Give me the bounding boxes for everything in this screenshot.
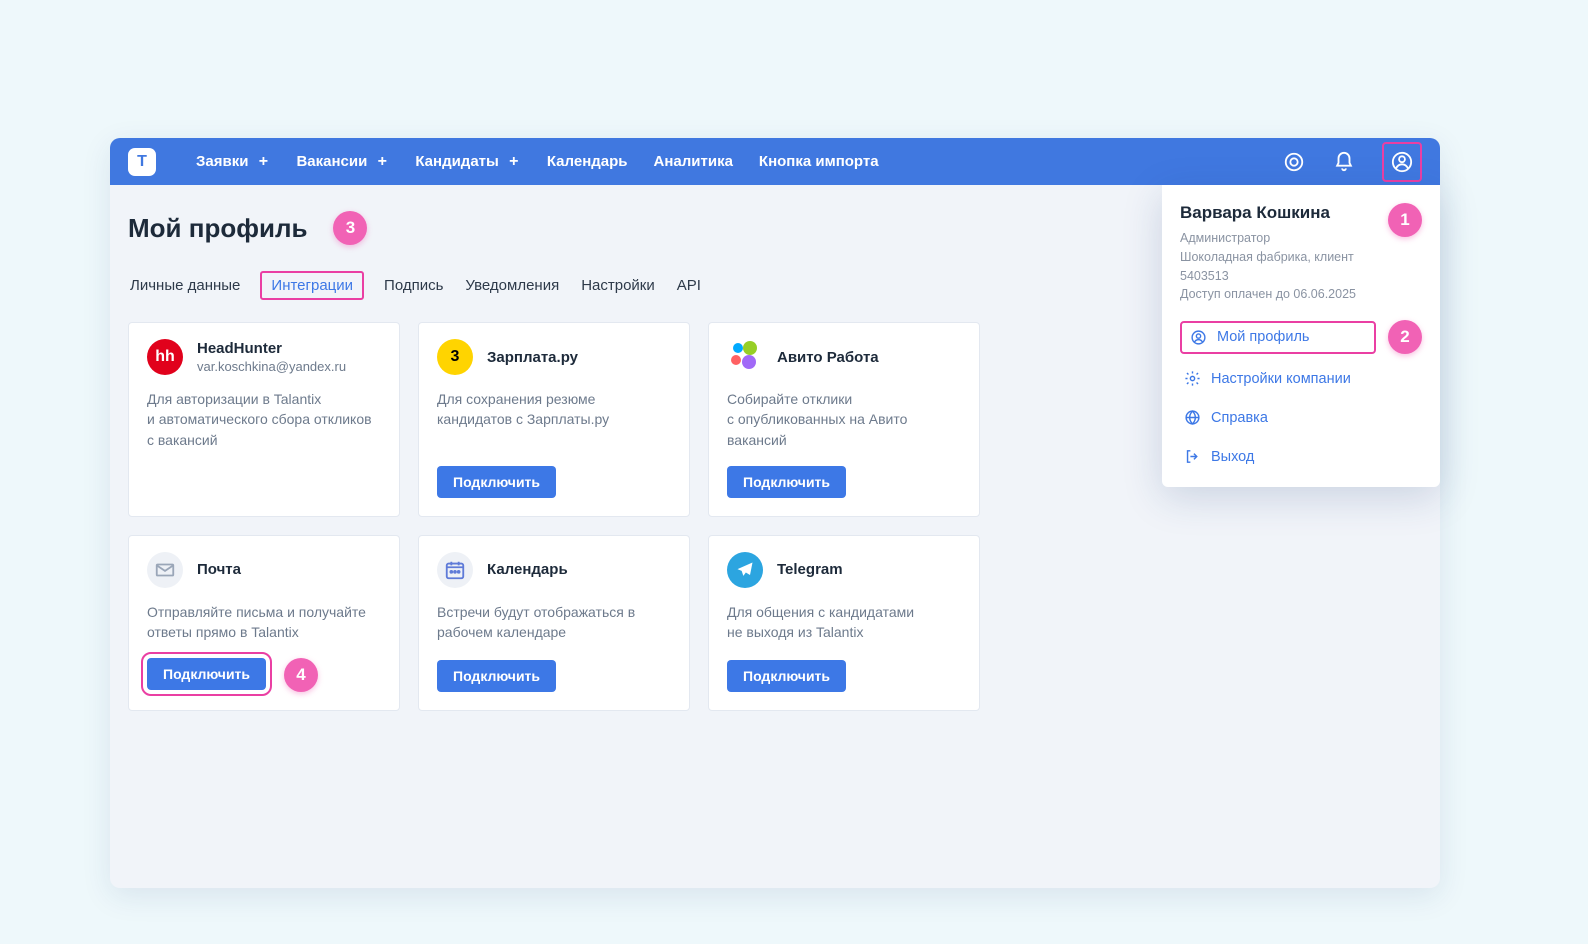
popover-links: Мой профиль 2 Настройки компании Справка… [1180, 320, 1422, 471]
integration-card-mail: Почта Отправляйте письма и получайте отв… [128, 535, 400, 712]
card-description: Для сохранения резюме кандидатов с Зарпл… [437, 389, 671, 450]
nav-label: Кнопка импорта [759, 153, 879, 170]
annotation-badge-1: 1 [1388, 203, 1422, 237]
mail-icon [147, 552, 183, 588]
card-description: Для общения с кандидатами не выходя из T… [727, 602, 961, 645]
tab-signature[interactable]: Подпись [382, 271, 445, 300]
annotation-badge-4: 4 [284, 658, 318, 692]
integration-card-headhunter: hh HeadHunter var.koschkina@yandex.ru Дл… [128, 322, 400, 517]
nav-item-analytics[interactable]: Аналитика [654, 153, 733, 170]
gear-icon [1184, 370, 1201, 387]
annotation-badge-3: 3 [333, 211, 367, 245]
popover-link-logout[interactable]: Выход [1180, 442, 1422, 471]
plus-icon[interactable]: + [256, 155, 270, 169]
tab-api[interactable]: API [675, 271, 703, 300]
help-circle-icon[interactable] [1282, 150, 1306, 174]
plus-icon[interactable]: + [375, 155, 389, 169]
integration-card-zarplata: 3 Зарплата.ру Для сохранения резюме канд… [418, 322, 690, 517]
plus-icon[interactable]: + [507, 155, 521, 169]
tab-personal[interactable]: Личные данные [128, 271, 242, 300]
headhunter-icon: hh [147, 339, 183, 375]
profile-icon[interactable] [1390, 150, 1414, 174]
nav-item-calendar[interactable]: Календарь [547, 153, 628, 170]
logo-letter: T [137, 153, 147, 171]
card-title: Зарплата.ру [487, 349, 578, 366]
popover-link-label: Выход [1211, 449, 1254, 465]
page-title: Мой профиль [128, 213, 307, 244]
annotation-badge-2: 2 [1388, 320, 1422, 354]
card-title: Календарь [487, 561, 568, 578]
connect-button[interactable]: Подключить [147, 658, 266, 690]
nav-item-candidates[interactable]: Кандидаты + [415, 153, 521, 170]
card-description: Для авторизации в Talantix и автоматичес… [147, 389, 381, 498]
profile-popover: Варвара Кошкина Администратор Шоколадная… [1162, 185, 1440, 487]
nav-label: Аналитика [654, 153, 733, 170]
nav-items: Заявки + Вакансии + Кандидаты + Календар… [196, 153, 879, 170]
integration-card-telegram: Telegram Для общения с кандидатами не вы… [708, 535, 980, 712]
integration-card-avito: Авито Работа Собирайте отклики с опублик… [708, 322, 980, 517]
globe-icon [1184, 409, 1201, 426]
popover-access: Доступ оплачен до 06.06.2025 [1180, 285, 1378, 304]
topbar: T Заявки + Вакансии + Кандидаты + Календ… [110, 138, 1440, 185]
card-subtitle: var.koschkina@yandex.ru [197, 359, 346, 374]
popover-link-help[interactable]: Справка [1180, 403, 1422, 432]
bell-icon[interactable] [1332, 150, 1356, 174]
avito-icon [727, 339, 763, 375]
app-window: T Заявки + Вакансии + Кандидаты + Календ… [110, 138, 1440, 888]
nav-label: Кандидаты [415, 153, 499, 170]
nav-label: Заявки [196, 153, 248, 170]
connect-button[interactable]: Подключить [727, 660, 846, 692]
topbar-right [1282, 142, 1422, 182]
popover-company: Шоколадная фабрика, клиент 5403513 [1180, 248, 1378, 286]
connect-button[interactable]: Подключить [727, 466, 846, 498]
card-title: Почта [197, 561, 241, 578]
nav-label: Календарь [547, 153, 628, 170]
card-description: Встречи будут отображаться в рабочем кал… [437, 602, 671, 645]
popover-link-label: Мой профиль [1217, 329, 1309, 345]
tab-integrations[interactable]: Интеграции [260, 271, 364, 300]
nav-item-vacancies[interactable]: Вакансии + [296, 153, 389, 170]
popover-user-name: Варвара Кошкина [1180, 203, 1378, 223]
telegram-icon [727, 552, 763, 588]
connect-button[interactable]: Подключить [437, 466, 556, 498]
nav-item-requests[interactable]: Заявки + [196, 153, 270, 170]
card-description: Собирайте отклики с опубликованных на Ав… [727, 389, 961, 450]
popover-link-my-profile[interactable]: Мой профиль [1180, 321, 1376, 354]
tab-notifications[interactable]: Уведомления [463, 271, 561, 300]
popover-user-meta: Администратор Шоколадная фабрика, клиент… [1180, 229, 1378, 304]
popover-link-label: Настройки компании [1211, 371, 1351, 387]
popover-link-company-settings[interactable]: Настройки компании [1180, 364, 1422, 393]
popover-role: Администратор [1180, 229, 1378, 248]
nav-item-import[interactable]: Кнопка импорта [759, 153, 879, 170]
tab-settings[interactable]: Настройки [579, 271, 657, 300]
popover-link-label: Справка [1211, 410, 1268, 426]
card-title: HeadHunter [197, 340, 346, 357]
logout-icon [1184, 448, 1201, 465]
nav-label: Вакансии [296, 153, 367, 170]
connect-button[interactable]: Подключить [437, 660, 556, 692]
integration-card-calendar: Календарь Встречи будут отображаться в р… [418, 535, 690, 712]
user-circle-icon [1190, 329, 1207, 346]
card-title: Авито Работа [777, 349, 879, 366]
profile-icon-highlight [1382, 142, 1422, 182]
calendar-icon [437, 552, 473, 588]
card-description: Отправляйте письма и получайте ответы пр… [147, 602, 381, 643]
card-title: Telegram [777, 561, 843, 578]
app-logo[interactable]: T [128, 148, 156, 176]
zarplata-icon: 3 [437, 339, 473, 375]
